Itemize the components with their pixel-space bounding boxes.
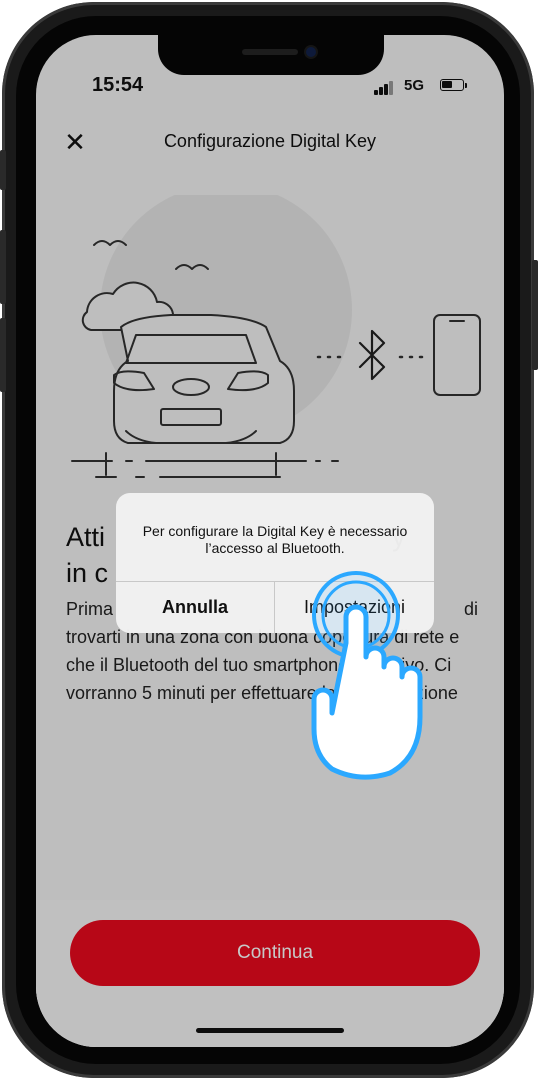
front-camera bbox=[306, 47, 316, 57]
alert-message: Per configurare la Digital Key è necessa… bbox=[142, 523, 408, 556]
tap-hand-icon bbox=[311, 571, 423, 780]
notch bbox=[158, 35, 384, 75]
power-button bbox=[532, 260, 538, 370]
mute-switch bbox=[0, 150, 6, 190]
volume-down-button bbox=[0, 318, 6, 392]
cancel-button[interactable]: Annulla bbox=[116, 581, 274, 633]
earpiece-speaker bbox=[242, 49, 298, 55]
volume-up-button bbox=[0, 230, 6, 304]
app-screen: 15:54 5G ✕ Configurazione Digital Key At… bbox=[36, 35, 504, 1047]
